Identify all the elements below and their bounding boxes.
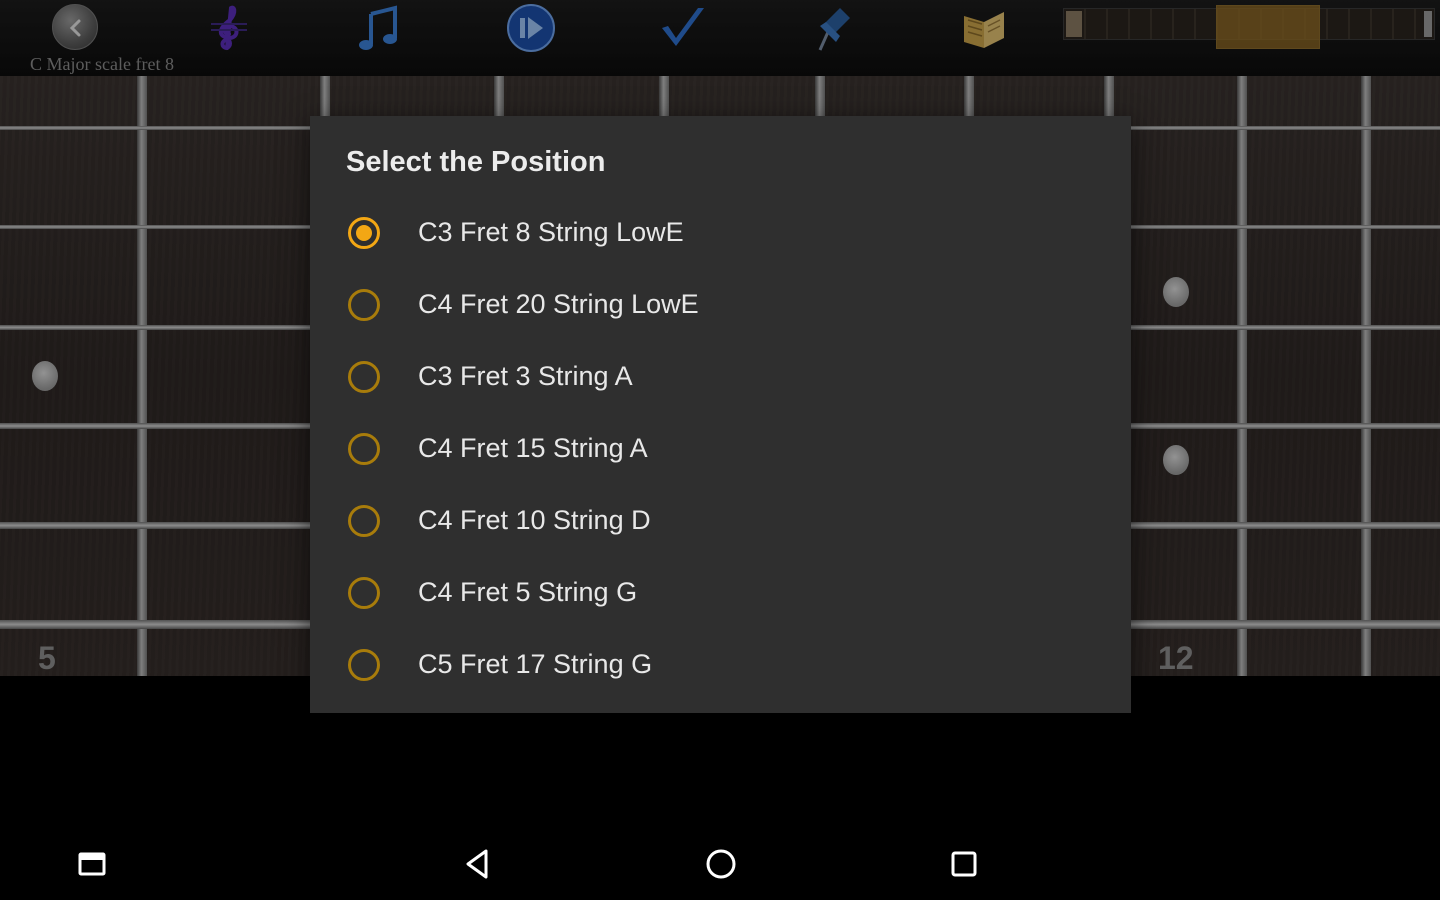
recent-apps-icon — [78, 852, 106, 876]
position-option[interactable]: C3 Fret 8 String LowE — [310, 196, 1131, 268]
nav-overview-button[interactable] — [946, 846, 982, 882]
nav-back-button[interactable] — [460, 846, 496, 882]
position-option-label: C4 Fret 10 String D — [418, 505, 651, 535]
position-option-label: C3 Fret 8 String LowE — [418, 217, 684, 247]
recent-apps-button[interactable] — [74, 846, 110, 882]
radio-button[interactable] — [348, 433, 380, 465]
position-option-label: C4 Fret 20 String LowE — [418, 289, 699, 319]
position-option-label: C4 Fret 5 String G — [418, 577, 638, 607]
position-option-label: C5 Fret 17 String G — [418, 649, 653, 679]
radio-button[interactable] — [348, 505, 380, 537]
position-option[interactable]: C4 Fret 15 String A — [310, 412, 1131, 484]
home-circle-icon — [706, 849, 736, 879]
position-option[interactable]: C4 Fret 10 String D — [310, 484, 1131, 556]
radio-button[interactable] — [348, 289, 380, 321]
position-option[interactable]: C4 Fret 5 String G — [310, 556, 1131, 628]
nav-home-button[interactable] — [703, 846, 739, 882]
position-option[interactable]: C4 Fret 20 String LowE — [310, 268, 1131, 340]
radio-button[interactable] — [348, 361, 380, 393]
position-option[interactable]: C5 Fret 17 String G — [310, 628, 1131, 700]
radio-button[interactable] — [348, 649, 380, 681]
select-position-dialog: Select the Position C3 Fret 8 String Low… — [310, 116, 1131, 713]
back-triangle-icon — [466, 849, 488, 879]
radio-button-checked[interactable] — [348, 217, 380, 249]
radio-button[interactable] — [348, 577, 380, 609]
system-navigation-bar — [0, 820, 1440, 900]
position-option-label: C3 Fret 3 String A — [418, 361, 633, 391]
position-option-label: C4 Fret 15 String A — [418, 433, 648, 463]
overview-square-icon — [951, 851, 977, 877]
position-option[interactable]: C3 Fret 3 String A — [310, 340, 1131, 412]
dialog-title: Select the Position — [346, 146, 606, 178]
